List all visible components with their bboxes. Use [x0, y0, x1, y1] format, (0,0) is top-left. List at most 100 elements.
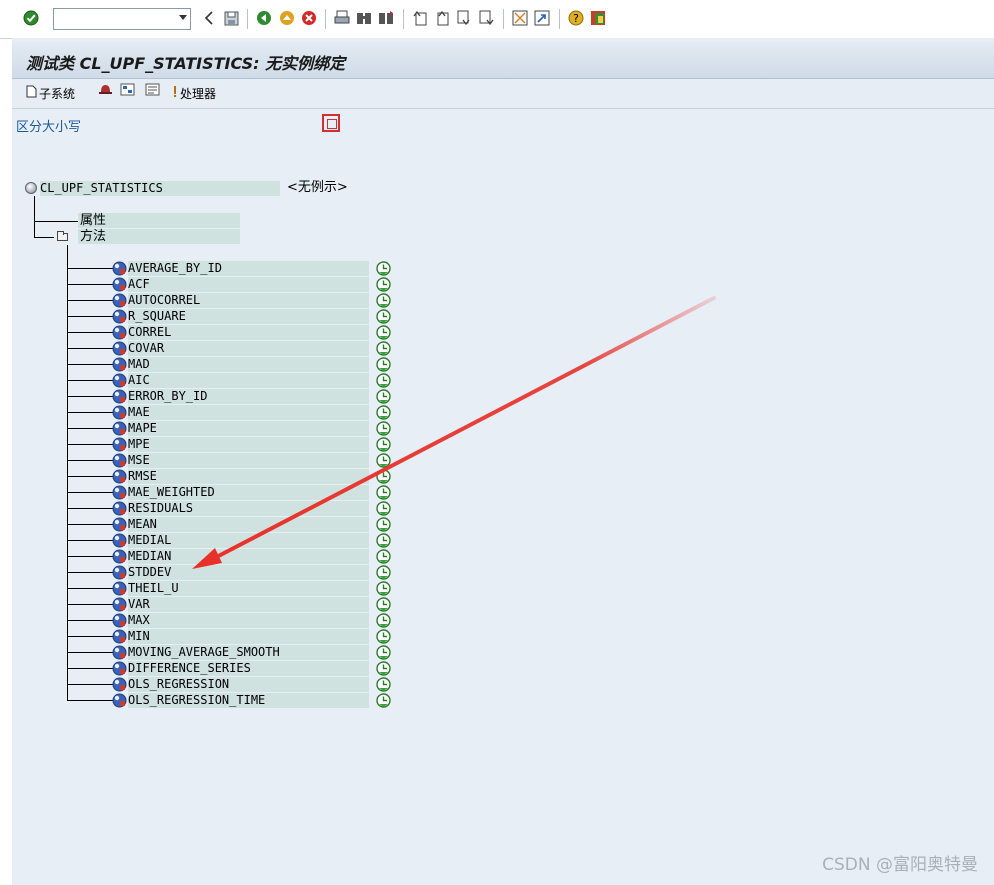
previous-page-icon[interactable]	[433, 9, 451, 27]
execute-clock-icon[interactable]	[376, 661, 391, 676]
new-session-icon[interactable]	[511, 9, 529, 27]
method-name[interactable]: RMSE	[128, 469, 157, 484]
method-name[interactable]: MSE	[128, 453, 150, 468]
tree-connector	[67, 300, 113, 301]
execute-clock-icon[interactable]	[376, 341, 391, 356]
method-name[interactable]: MAX	[128, 613, 150, 628]
fullscreen-icon[interactable]	[322, 114, 340, 132]
tree-node-attributes[interactable]: 属性	[80, 213, 106, 228]
detail-icon[interactable]	[145, 83, 160, 100]
last-page-icon[interactable]	[477, 9, 495, 27]
enter-check-icon[interactable]	[22, 9, 40, 27]
method-name[interactable]: AVERAGE_BY_ID	[128, 261, 222, 276]
method-name[interactable]: MIN	[128, 629, 150, 644]
command-field[interactable]	[53, 8, 191, 30]
execute-clock-icon[interactable]	[376, 517, 391, 532]
method-name[interactable]: MEDIAN	[128, 549, 171, 564]
execute-clock-icon[interactable]	[376, 405, 391, 420]
method-name[interactable]: MOVING_AVERAGE_SMOOTH	[128, 645, 280, 660]
tree-connector	[67, 524, 113, 525]
row-highlight	[128, 421, 369, 436]
next-page-icon[interactable]	[455, 9, 473, 27]
find-icon[interactable]	[355, 9, 373, 27]
execute-clock-icon[interactable]	[376, 549, 391, 564]
print-icon[interactable]	[333, 9, 351, 27]
execute-clock-icon[interactable]	[376, 325, 391, 340]
method-name[interactable]: MPE	[128, 437, 150, 452]
back-icon[interactable]	[255, 9, 273, 27]
method-icon	[112, 453, 127, 468]
layout-menu-icon[interactable]	[589, 9, 607, 27]
method-name[interactable]: MEAN	[128, 517, 157, 532]
execute-clock-icon[interactable]	[376, 533, 391, 548]
method-name[interactable]: AIC	[128, 373, 150, 388]
method-name[interactable]: R_SQUARE	[128, 309, 186, 324]
hierarchy-icon[interactable]	[120, 83, 135, 100]
execute-clock-icon[interactable]	[376, 437, 391, 452]
method-name[interactable]: OLS_REGRESSION_TIME	[128, 693, 265, 708]
method-name[interactable]: ERROR_BY_ID	[128, 389, 207, 404]
method-name[interactable]: OLS_REGRESSION	[128, 677, 229, 692]
execute-clock-icon[interactable]	[376, 277, 391, 292]
method-icon	[112, 661, 127, 676]
case-sensitive-toggle[interactable]: 区分大小写	[16, 116, 81, 135]
handler-button[interactable]: 处理器	[172, 84, 216, 102]
execute-clock-icon[interactable]	[376, 565, 391, 580]
execute-clock-icon[interactable]	[376, 261, 391, 276]
execute-clock-icon[interactable]	[376, 357, 391, 372]
tree-connector	[67, 684, 113, 685]
execute-clock-icon[interactable]	[376, 501, 391, 516]
method-name[interactable]: ACF	[128, 277, 150, 292]
execute-clock-icon[interactable]	[376, 421, 391, 436]
tree-connector	[67, 556, 113, 557]
method-name[interactable]: VAR	[128, 597, 150, 612]
method-name[interactable]: CORREL	[128, 325, 171, 340]
method-icon	[112, 485, 127, 500]
execute-clock-icon[interactable]	[376, 373, 391, 388]
execute-clock-icon[interactable]	[376, 453, 391, 468]
method-name[interactable]: MAE	[128, 405, 150, 420]
method-icon	[112, 645, 127, 660]
folder-open-icon[interactable]	[57, 231, 68, 241]
execute-clock-icon[interactable]	[376, 597, 391, 612]
method-icon	[112, 373, 127, 388]
shortcut-icon[interactable]	[533, 9, 551, 27]
find-next-icon[interactable]	[377, 9, 395, 27]
execute-clock-icon[interactable]	[376, 613, 391, 628]
tree-connector	[67, 476, 113, 477]
method-name[interactable]: COVAR	[128, 341, 164, 356]
cancel-icon[interactable]	[300, 9, 318, 27]
save-icon[interactable]	[222, 9, 240, 27]
help-icon[interactable]: ?	[567, 9, 585, 27]
method-name[interactable]: THEIL_U	[128, 581, 179, 596]
execute-clock-icon[interactable]	[376, 645, 391, 660]
tree-root-class[interactable]: CL_UPF_STATISTICS	[40, 181, 163, 196]
row-highlight	[128, 613, 369, 628]
exit-icon[interactable]	[278, 9, 296, 27]
execute-clock-icon[interactable]	[376, 389, 391, 404]
execute-clock-icon[interactable]	[376, 293, 391, 308]
method-name[interactable]: MAE_WEIGHTED	[128, 485, 215, 500]
tree-node-methods[interactable]: 方法	[80, 229, 106, 244]
execute-clock-icon[interactable]	[376, 469, 391, 484]
method-name[interactable]: MAD	[128, 357, 150, 372]
execute-clock-icon[interactable]	[376, 309, 391, 324]
execute-clock-icon[interactable]	[376, 629, 391, 644]
method-name[interactable]: RESIDUALS	[128, 501, 193, 516]
execute-clock-icon[interactable]	[376, 677, 391, 692]
method-name[interactable]: MEDIAL	[128, 533, 171, 548]
execute-clock-icon[interactable]	[376, 485, 391, 500]
history-back-icon[interactable]	[200, 9, 218, 27]
command-input[interactable]	[56, 10, 172, 30]
method-name[interactable]: MAPE	[128, 421, 157, 436]
subsystem-button[interactable]: 子系统	[26, 84, 75, 102]
method-name[interactable]: STDDEV	[128, 565, 171, 580]
first-page-icon[interactable]	[411, 9, 429, 27]
method-name[interactable]: DIFFERENCE_SERIES	[128, 661, 251, 676]
method-name[interactable]: AUTOCORREL	[128, 293, 200, 308]
tree-connector	[67, 540, 113, 541]
hat-icon[interactable]	[98, 83, 113, 100]
chevron-down-icon[interactable]	[179, 15, 187, 20]
execute-clock-icon[interactable]	[376, 693, 391, 708]
execute-clock-icon[interactable]	[376, 581, 391, 596]
